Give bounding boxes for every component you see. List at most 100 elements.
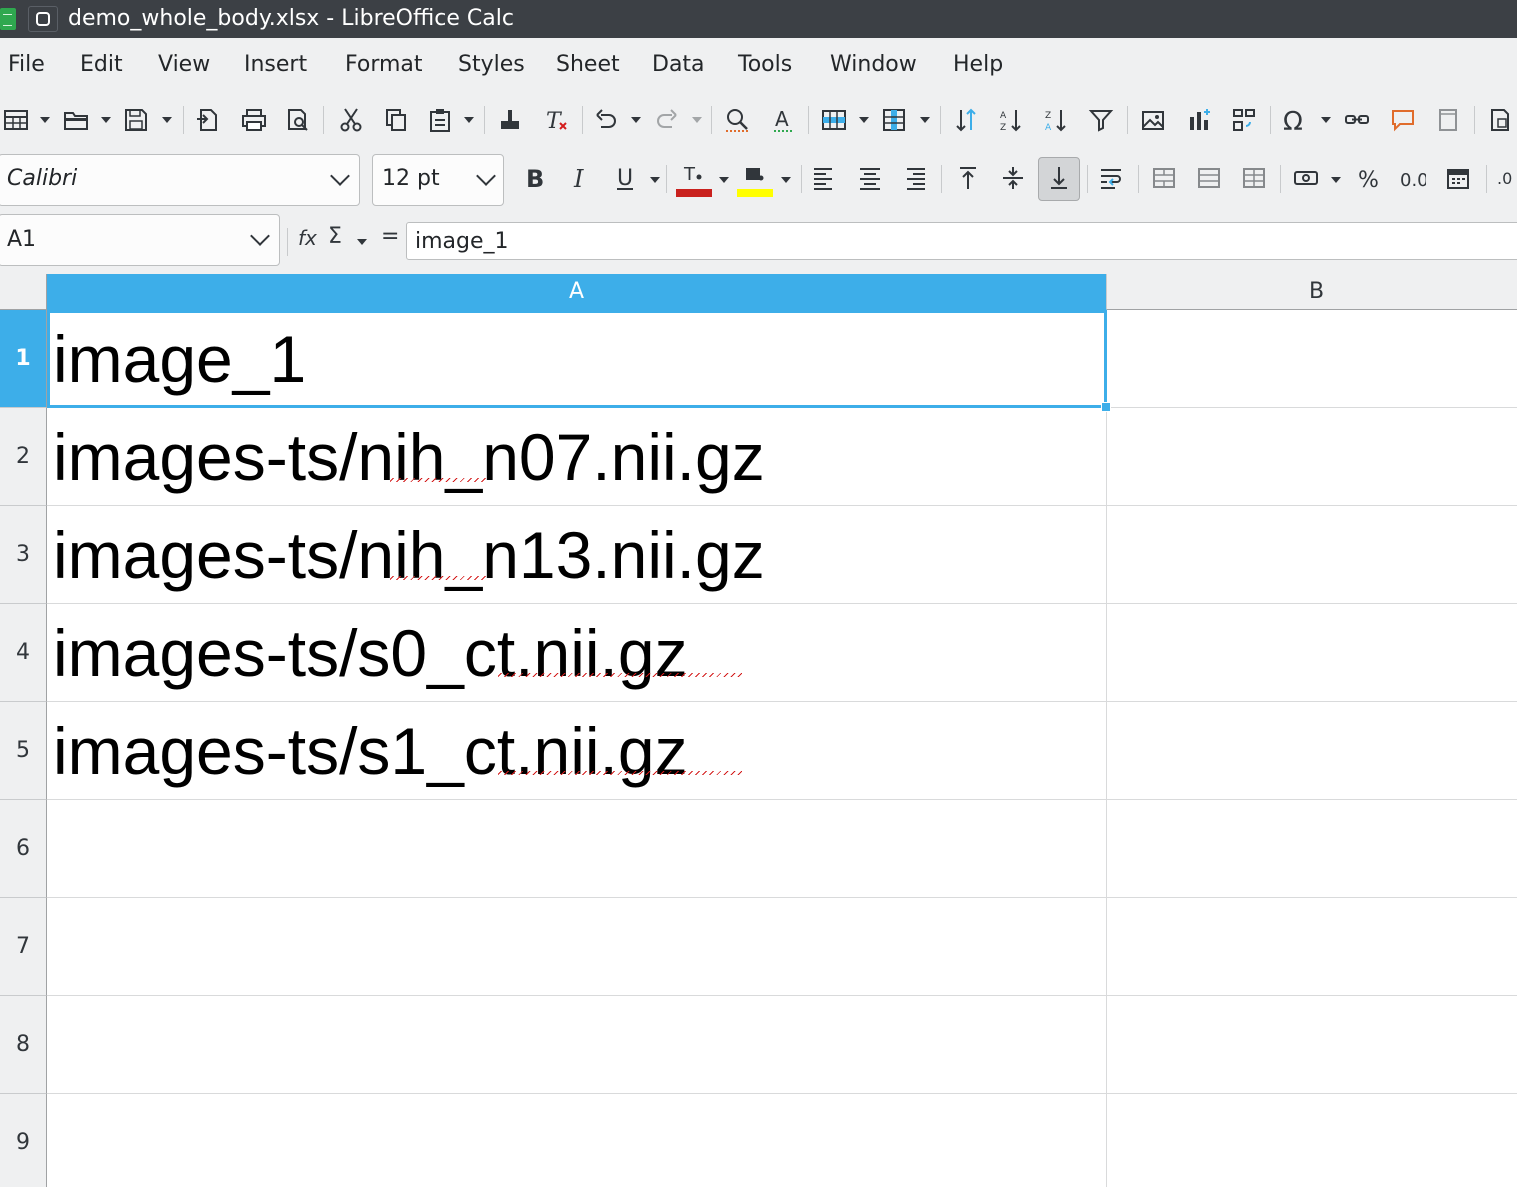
open-icon[interactable] [60,104,92,136]
row-header-3[interactable]: 3 [0,506,47,604]
clone-formatting-icon[interactable] [494,104,526,136]
align-center-icon[interactable] [854,162,886,194]
cell-b8[interactable] [1107,996,1517,1094]
special-character-dropdown-arrow[interactable] [1320,114,1332,126]
undo-icon[interactable] [590,104,622,136]
chevron-down-icon[interactable] [330,166,350,186]
row-header-4[interactable]: 4 [0,604,47,702]
cell-b7[interactable] [1107,898,1517,996]
menu-sheet[interactable]: Sheet [556,50,620,80]
wrap-text-icon[interactable] [1095,162,1127,194]
row-header-6[interactable]: 6 [0,800,47,898]
cell-a3[interactable]: images-ts/nih_n13.nii.gz [47,506,1107,604]
menu-format[interactable]: Format [345,50,423,80]
font-color-icon[interactable]: T [677,160,709,192]
underline-dropdown-arrow[interactable] [649,174,661,186]
align-bottom-icon[interactable] [1043,162,1075,194]
date-format-icon[interactable] [1442,162,1474,194]
menu-window[interactable]: Window [830,50,917,80]
number-format-icon[interactable]: 0.0 [1397,162,1429,194]
row-header-2[interactable]: 2 [0,408,47,506]
chevron-down-icon[interactable] [250,226,270,246]
cell-b2[interactable] [1107,408,1517,506]
cell-a2[interactable]: images-ts/nih_n07.nii.gz [47,408,1107,506]
pivot-table-icon[interactable] [1228,104,1260,136]
unmerge-icon[interactable] [1238,162,1270,194]
column-dropdown-arrow[interactable] [919,114,931,126]
column-icon[interactable] [878,104,910,136]
print-preview-icon[interactable] [282,104,314,136]
menu-view[interactable]: View [158,50,210,80]
table-icon[interactable] [0,104,32,136]
function-wizard-icon[interactable]: fx [298,226,317,250]
save-icon[interactable] [120,104,152,136]
sum-dropdown-arrow[interactable] [356,236,368,248]
sort-ascending-icon[interactable]: AZ [995,104,1027,136]
spelling-icon[interactable]: A [768,104,800,136]
highlight-color-icon[interactable] [738,160,770,192]
name-box[interactable]: A1 [0,214,280,266]
menu-styles[interactable]: Styles [458,50,525,80]
define-print-area-icon[interactable] [1484,104,1516,136]
cell-b4[interactable] [1107,604,1517,702]
highlight-color-dropdown-arrow[interactable] [780,174,792,186]
underline-icon[interactable]: U [610,162,642,194]
special-character-icon[interactable]: Ω [1279,104,1311,136]
currency-icon[interactable] [1290,162,1322,194]
row-header-7[interactable]: 7 [0,898,47,996]
row-header-9[interactable]: 9 [0,1094,47,1187]
align-top-icon[interactable] [952,162,984,194]
insert-chart-icon[interactable] [1183,104,1215,136]
cell-a7[interactable] [47,898,1107,996]
undo-dropdown-arrow[interactable] [630,114,642,126]
insert-image-icon[interactable] [1137,104,1169,136]
column-header-a[interactable]: A [47,274,1107,310]
open-dropdown-arrow[interactable] [100,114,112,126]
currency-dropdown-arrow[interactable] [1330,174,1342,186]
sort-icon[interactable] [950,104,982,136]
row-header-1[interactable]: 1 [0,310,47,408]
menu-insert[interactable]: Insert [244,50,307,80]
cut-icon[interactable] [335,104,367,136]
redo-dropdown-arrow[interactable] [691,114,703,126]
window-pin-button[interactable] [28,6,58,32]
print-icon[interactable] [238,104,270,136]
formula-input[interactable]: image_1 [406,222,1517,260]
font-size-combobox[interactable]: 12 pt [372,154,504,206]
hyperlink-icon[interactable] [1341,104,1373,136]
cell-a9[interactable] [47,1094,1107,1187]
autofill-handle[interactable] [1101,402,1111,412]
find-replace-icon[interactable] [721,104,753,136]
align-middle-icon[interactable] [997,162,1029,194]
copy-icon[interactable] [380,104,412,136]
add-decimal-icon[interactable]: .0 [1494,162,1517,194]
italic-icon[interactable]: I [566,162,598,194]
paste-icon[interactable] [424,104,456,136]
cell-a6[interactable] [47,800,1107,898]
sum-icon[interactable]: Σ [328,224,342,249]
align-left-icon[interactable] [808,162,840,194]
cell-a1[interactable]: image_1 [47,310,1107,408]
chevron-down-icon[interactable] [476,166,496,186]
clear-formatting-icon[interactable]: T [540,104,572,136]
select-all-corner[interactable] [0,274,47,310]
redo-icon[interactable] [651,104,683,136]
table-dropdown-arrow[interactable] [39,114,51,126]
menu-edit[interactable]: Edit [80,50,123,80]
sort-descending-icon[interactable]: ZA [1040,104,1072,136]
menu-tools[interactable]: Tools [738,50,792,80]
autofilter-icon[interactable] [1085,104,1117,136]
cell-a8[interactable] [47,996,1107,1094]
percent-icon[interactable]: % [1353,162,1385,194]
menu-help[interactable]: Help [953,50,1003,80]
formula-equals-icon[interactable]: = [381,224,399,249]
export-pdf-icon[interactable] [192,104,224,136]
align-right-icon[interactable] [899,162,931,194]
row-header-5[interactable]: 5 [0,702,47,800]
save-dropdown-arrow[interactable] [161,114,173,126]
merge-cells-icon[interactable] [1148,162,1180,194]
paste-dropdown-arrow[interactable] [463,114,475,126]
comment-icon[interactable] [1387,104,1419,136]
font-color-dropdown-arrow[interactable] [718,174,730,186]
cell-b5[interactable] [1107,702,1517,800]
